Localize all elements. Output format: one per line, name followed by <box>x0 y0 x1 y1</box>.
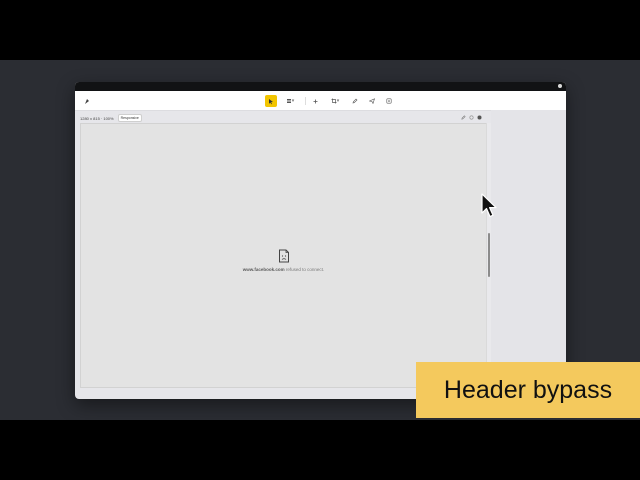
cursor-select-icon[interactable] <box>265 95 277 107</box>
logo-icon[interactable] <box>83 95 91 107</box>
app-window: ▾ ▾ 1280 x 815 · 100% Responsive www.fac… <box>75 82 566 399</box>
window-control-dot[interactable] <box>558 84 562 88</box>
toolbar-divider <box>305 97 306 105</box>
send-icon[interactable] <box>368 95 376 107</box>
mouse-pointer-icon <box>481 193 497 218</box>
broken-document-icon <box>279 249 289 263</box>
side-panel <box>491 110 566 399</box>
chevron-down-icon: ▾ <box>291 98 295 104</box>
responsive-mode-badge[interactable]: Responsive <box>117 114 142 122</box>
scrollbar-thumb[interactable] <box>488 233 490 277</box>
settings-icon[interactable] <box>385 95 393 107</box>
chevron-down-icon: ▾ <box>336 98 340 104</box>
canvas-actions <box>461 115 482 120</box>
caption-text: Header bypass <box>443 375 613 404</box>
plus-icon[interactable] <box>311 95 319 107</box>
viewport-info-bar: 1280 x 815 · 100% Responsive <box>80 114 142 122</box>
top-toolbar: ▾ ▾ <box>75 91 566 111</box>
pen-icon[interactable] <box>461 115 466 120</box>
refresh-icon[interactable] <box>469 115 474 120</box>
error-domain: www.facebook.com <box>242 267 285 272</box>
window-titlebar <box>75 82 566 91</box>
crop-dropdown-button[interactable]: ▾ <box>327 95 343 107</box>
error-text: refused to connect. <box>285 267 325 272</box>
preview-frame[interactable]: www.facebook.com refused to connect. <box>80 123 488 388</box>
video-caption: Header bypass <box>416 362 640 418</box>
layers-dropdown-button[interactable]: ▾ <box>283 95 297 107</box>
info-icon[interactable] <box>477 115 482 120</box>
viewport-dimensions: 1280 x 815 · 100% <box>80 115 114 121</box>
pen-icon[interactable] <box>351 95 359 107</box>
connection-refused-message: www.facebook.com refused to connect. <box>201 267 366 272</box>
